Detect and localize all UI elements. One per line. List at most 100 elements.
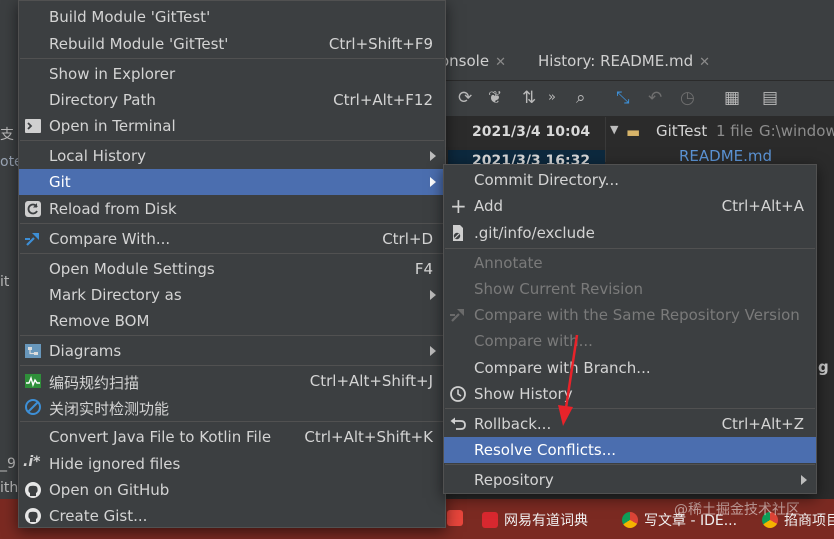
log-date[interactable]: 2021/3/3 16:32 (472, 153, 590, 164)
close-icon[interactable]: ✕ (699, 55, 710, 70)
menu-item-label: Remove BOM (49, 312, 150, 330)
git-item-commit-directory[interactable]: Commit Directory... (444, 167, 816, 193)
tab-console[interactable]: onsole ✕ (440, 52, 506, 70)
menu-item-label: Local History (49, 147, 147, 165)
git-item-annotate[interactable]: Annotate (444, 250, 816, 276)
github-icon (25, 508, 41, 524)
right-fragment-area: g (816, 330, 834, 390)
menu-item-mark-directory-as[interactable]: Mark Directory as (19, 282, 445, 308)
cherry-pick-icon[interactable]: ❦ (488, 88, 502, 108)
submenu-arrow-icon (801, 475, 807, 485)
menu-separator (20, 58, 444, 59)
menu-item-reload-from-disk[interactable]: Reload from Disk (19, 196, 445, 222)
sort-icon[interactable]: ⇅ (522, 88, 536, 108)
menu-item-label: .git/info/exclude (474, 224, 595, 242)
menu-item-shortcut: F4 (414, 260, 433, 278)
menu-item-label: Resolve Conflicts... (474, 441, 617, 459)
git-item-compare-with-branch[interactable]: Compare with Branch... (444, 355, 816, 381)
reload-icon (25, 201, 41, 217)
project-context-menu: Build Module 'GitTest' Rebuild Module 'G… (18, 0, 446, 528)
left-tool-strip (0, 44, 20, 499)
undo-icon[interactable]: ↶ (648, 88, 662, 108)
menu-item-show-in-explorer[interactable]: Show in Explorer (19, 61, 445, 87)
tab-history[interactable]: History: README.md ✕ (538, 52, 710, 70)
chrome-icon (622, 512, 638, 528)
left-fragment: _9 (0, 456, 16, 472)
refresh-icon[interactable]: ⟳ (458, 88, 472, 108)
terminal-icon (25, 119, 41, 133)
exclude-file-icon (453, 225, 463, 241)
menu-item-git[interactable]: Git (19, 169, 445, 195)
menu-item-compare-with[interactable]: Compare With... Ctrl+D (19, 226, 445, 252)
github-icon (25, 482, 41, 498)
log-date[interactable]: 2021/3/4 10:04 (472, 124, 590, 140)
menu-item-convert-to-kotlin[interactable]: Convert Java File to Kotlin File Ctrl+Alt… (19, 424, 445, 450)
tree-file[interactable]: README.md (679, 147, 772, 165)
menu-item-shortcut: Ctrl+Alt+Shift+J (309, 372, 433, 390)
taskbar-app-icon[interactable] (447, 510, 469, 527)
menu-item-label: Compare with the Same Repository Version (474, 306, 800, 324)
menu-item-directory-path[interactable]: Directory Path Ctrl+Alt+F12 (19, 87, 445, 113)
git-item-add[interactable]: + Add Ctrl+Alt+A (444, 193, 816, 219)
left-fragment: it (0, 274, 10, 290)
tree-path: G:\window (759, 122, 834, 140)
menu-item-remove-bom[interactable]: Remove BOM (19, 308, 445, 334)
git-item-show-history[interactable]: Show History (444, 381, 816, 407)
menu-item-hide-ignored-files[interactable]: .i* Hide ignored files (19, 451, 445, 477)
git-item-rollback[interactable]: Rollback... Ctrl+Alt+Z (444, 411, 816, 437)
layout-icon[interactable]: ▤ (762, 88, 778, 108)
history-clock-icon (450, 386, 466, 402)
menu-separator (20, 365, 444, 366)
submenu-arrow-icon (430, 177, 436, 187)
menu-item-label: Convert Java File to Kotlin File (49, 428, 272, 446)
menu-separator (20, 140, 444, 141)
menu-item-label: Open in Terminal (49, 117, 176, 135)
disable-icon (25, 399, 41, 415)
git-item-git-exclude[interactable]: .git/info/exclude (444, 220, 816, 246)
menu-item-shortcut: Ctrl+Alt+Shift+K (304, 428, 433, 446)
taskbar-label: 网易有道词典 (504, 513, 588, 529)
menu-item-code-scan[interactable]: 编码规约扫描 Ctrl+Alt+Shift+J (19, 368, 445, 394)
menu-separator (20, 335, 444, 336)
tree-repo-name[interactable]: GitTest (656, 122, 707, 140)
editor-tab-bar: onsole ✕ History: README.md ✕ (440, 44, 834, 81)
tab-label: onsole (440, 52, 490, 70)
taskbar-youdao[interactable]: 网易有道词典 (482, 510, 588, 530)
grid-icon[interactable]: ▦ (724, 88, 740, 108)
menu-item-local-history[interactable]: Local History (19, 143, 445, 169)
history-clock-icon[interactable]: ◷ (680, 88, 695, 108)
search-icon[interactable]: ⌕ (576, 88, 586, 108)
menu-item-label: Compare with Branch... (474, 359, 651, 377)
menu-item-open-on-github[interactable]: Open on GitHub (19, 477, 445, 503)
close-icon[interactable]: ✕ (495, 55, 506, 70)
menu-item-open-in-terminal[interactable]: Open in Terminal (19, 113, 445, 139)
expand-triangle-icon[interactable]: ▼ (610, 123, 618, 136)
menu-item-label: Build Module 'GitTest' (49, 8, 211, 26)
changed-files-tree: ▼ ▬ GitTest 1 file G:\window README.md (605, 117, 834, 165)
git-item-resolve-conflicts[interactable]: Resolve Conflicts... (444, 437, 816, 463)
menu-item-build-module[interactable]: Build Module 'GitTest' (19, 4, 445, 30)
tab-label: History: README.md (538, 52, 694, 70)
menu-item-label: Rebuild Module 'GitTest' (49, 35, 229, 53)
menu-item-label: Git (49, 173, 71, 191)
double-chevron-icon[interactable]: » (548, 90, 556, 105)
git-item-show-current-revision[interactable]: Show Current Revision (444, 276, 816, 302)
left-fragment: ith (0, 480, 19, 496)
menu-item-diagrams[interactable]: Diagrams (19, 338, 445, 364)
git-item-compare-with[interactable]: Compare with... (444, 328, 816, 354)
git-submenu: Commit Directory... + Add Ctrl+Alt+A .git… (443, 164, 817, 494)
menu-item-label: Directory Path (49, 91, 156, 109)
menu-item-label: Rollback... (474, 415, 552, 433)
menu-item-rebuild-module[interactable]: Rebuild Module 'GitTest' Ctrl+Shift+F9 (19, 31, 445, 57)
git-item-repository[interactable]: Repository (444, 467, 816, 493)
menu-item-label: Commit Directory... (474, 171, 619, 189)
scan-chart-icon (25, 374, 41, 388)
vcs-toolbar: ⟳ ❦ ⇅ » ⌕ ⤡ ↶ ◷ ▦ ▤ (440, 81, 834, 117)
git-item-compare-same-repo-version[interactable]: Compare with the Same Repository Version (444, 302, 816, 328)
menu-item-open-module-settings[interactable]: Open Module Settings F4 (19, 256, 445, 282)
menu-item-create-gist[interactable]: Create Gist... (19, 503, 445, 529)
diff-arrow-icon[interactable]: ⤡ (616, 88, 630, 108)
menu-item-label: Hide ignored files (49, 455, 181, 473)
ignored-files-icon: .i* (23, 454, 41, 470)
menu-item-disable-realtime-check[interactable]: 关闭实时检测功能 (19, 394, 445, 420)
